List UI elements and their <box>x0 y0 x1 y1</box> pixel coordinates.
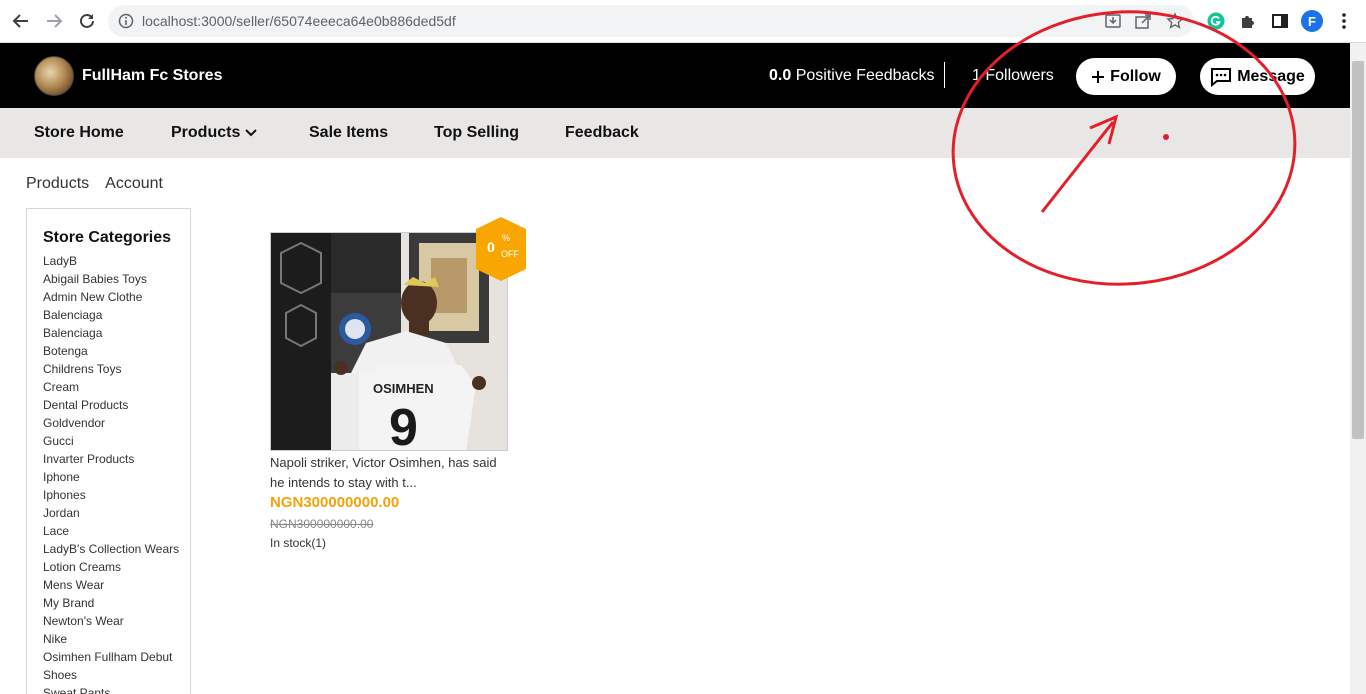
product-title[interactable]: Napoli striker, Victor Osimhen, has said… <box>270 453 510 493</box>
category-item[interactable]: Invarter Products <box>43 450 179 468</box>
categories-title: Store Categories <box>43 229 172 246</box>
category-item[interactable]: Balenciaga <box>43 324 179 342</box>
install-app-icon[interactable] <box>1104 12 1122 30</box>
category-item[interactable]: Iphones <box>43 486 179 504</box>
message-label: Message <box>1237 67 1305 85</box>
product-price: NGN300000000.00 <box>270 494 400 511</box>
product-old-price: NGN300000000.00 <box>270 517 374 531</box>
message-button[interactable]: Message <box>1200 58 1315 95</box>
category-item[interactable]: Cream <box>43 378 179 396</box>
category-item[interactable]: Sweat Pants <box>43 684 179 694</box>
store-categories-panel: Store Categories LadyB Abigail Babies To… <box>26 208 191 694</box>
store-logo <box>34 56 74 96</box>
category-item[interactable]: Abigail Babies Toys <box>43 270 179 288</box>
nav-top-selling[interactable]: Top Selling <box>434 124 519 142</box>
category-item[interactable]: Childrens Toys <box>43 360 179 378</box>
tab-products[interactable]: Products <box>26 175 89 193</box>
nav-store-home[interactable]: Store Home <box>34 124 124 142</box>
feedback-label: Positive Feedbacks <box>795 67 935 84</box>
stock-status: In stock(1) <box>270 536 327 550</box>
category-item[interactable]: Lotion Creams <box>43 558 179 576</box>
category-item[interactable]: LadyB's Collection Wears <box>43 540 179 558</box>
tab-account[interactable]: Account <box>105 175 163 193</box>
browser-menu-icon[interactable] <box>1334 11 1354 31</box>
reload-icon[interactable] <box>76 10 98 32</box>
category-item[interactable]: Dental Products <box>43 396 179 414</box>
page-scrollbar[interactable] <box>1350 43 1366 694</box>
share-icon[interactable] <box>1134 12 1152 30</box>
bookmark-star-icon[interactable] <box>1166 12 1184 30</box>
extensions-puzzle-icon[interactable] <box>1238 11 1258 31</box>
forward-arrow-icon[interactable] <box>43 10 65 32</box>
chat-bubble-icon <box>1211 67 1232 87</box>
back-arrow-icon[interactable] <box>10 10 32 32</box>
side-panel-icon[interactable] <box>1270 11 1290 31</box>
site-info-icon[interactable] <box>117 12 135 30</box>
category-item[interactable]: Nike <box>43 630 179 648</box>
jersey-number-text: 9 <box>389 399 418 451</box>
chevron-down-icon <box>245 129 258 137</box>
discount-badge: 0 % OFF <box>474 216 528 282</box>
category-list: LadyB Abigail Babies Toys Admin New Clot… <box>43 252 179 694</box>
feedback-stat: 0.0 Positive Feedbacks <box>769 67 934 85</box>
feedback-value: 0.0 <box>769 67 792 84</box>
category-item[interactable]: Iphone <box>43 468 179 486</box>
store-name: FullHam Fc Stores <box>82 67 223 84</box>
category-item[interactable]: LadyB <box>43 252 179 270</box>
nav-products-dropdown[interactable]: Products <box>171 124 258 142</box>
discount-value: 0 <box>487 239 495 255</box>
category-item[interactable]: Osimhen Fullham Debut <box>43 648 179 666</box>
category-item[interactable]: My Brand <box>43 594 179 612</box>
header-divider <box>944 62 945 88</box>
category-item[interactable]: Mens Wear <box>43 576 179 594</box>
category-item[interactable]: Botenga <box>43 342 179 360</box>
discount-off: OFF <box>501 249 519 259</box>
store-header: FullHam Fc Stores 0.0 Positive Feedbacks… <box>0 43 1350 108</box>
category-item[interactable]: Admin New Clothe <box>43 288 179 306</box>
nav-feedback[interactable]: Feedback <box>565 124 639 142</box>
url-text: localhost:3000/seller/65074eeeca64e0b886… <box>142 13 456 29</box>
product-title-line: Napoli striker, Victor Osimhen, has said <box>270 455 497 470</box>
product-title-line: he intends to stay with t... <box>270 475 417 490</box>
category-item[interactable]: Gucci <box>43 432 179 450</box>
product-image[interactable]: OSIMHEN 9 <box>270 232 508 451</box>
category-item[interactable]: Lace <box>43 522 179 540</box>
category-item[interactable]: Goldvendor <box>43 414 179 432</box>
profile-avatar[interactable]: F <box>1301 10 1323 32</box>
follow-label: Follow <box>1110 67 1161 85</box>
category-item[interactable]: Balenciaga <box>43 306 179 324</box>
address-bar[interactable]: localhost:3000/seller/65074eeeca64e0b886… <box>108 5 1194 37</box>
discount-percent: % <box>502 233 510 243</box>
nav-products-label: Products <box>171 124 241 141</box>
scrollbar-thumb[interactable] <box>1352 61 1364 439</box>
nav-sale-items[interactable]: Sale Items <box>309 124 388 142</box>
grammarly-icon[interactable] <box>1206 11 1226 31</box>
plus-icon <box>1092 70 1105 83</box>
followers-count: 1 Followers <box>972 67 1054 84</box>
browser-toolbar: localhost:3000/seller/65074eeeca64e0b886… <box>0 0 1366 43</box>
follow-button[interactable]: Follow <box>1076 58 1176 95</box>
category-item[interactable]: Jordan <box>43 504 179 522</box>
sub-tabs: Products Account <box>26 175 163 193</box>
category-item[interactable]: Newton's Wear <box>43 612 179 630</box>
jersey-name-text: OSIMHEN <box>373 381 434 396</box>
category-item[interactable]: Shoes <box>43 666 179 684</box>
store-nav-bar: Store Home Products Sale Items Top Selli… <box>0 108 1350 158</box>
